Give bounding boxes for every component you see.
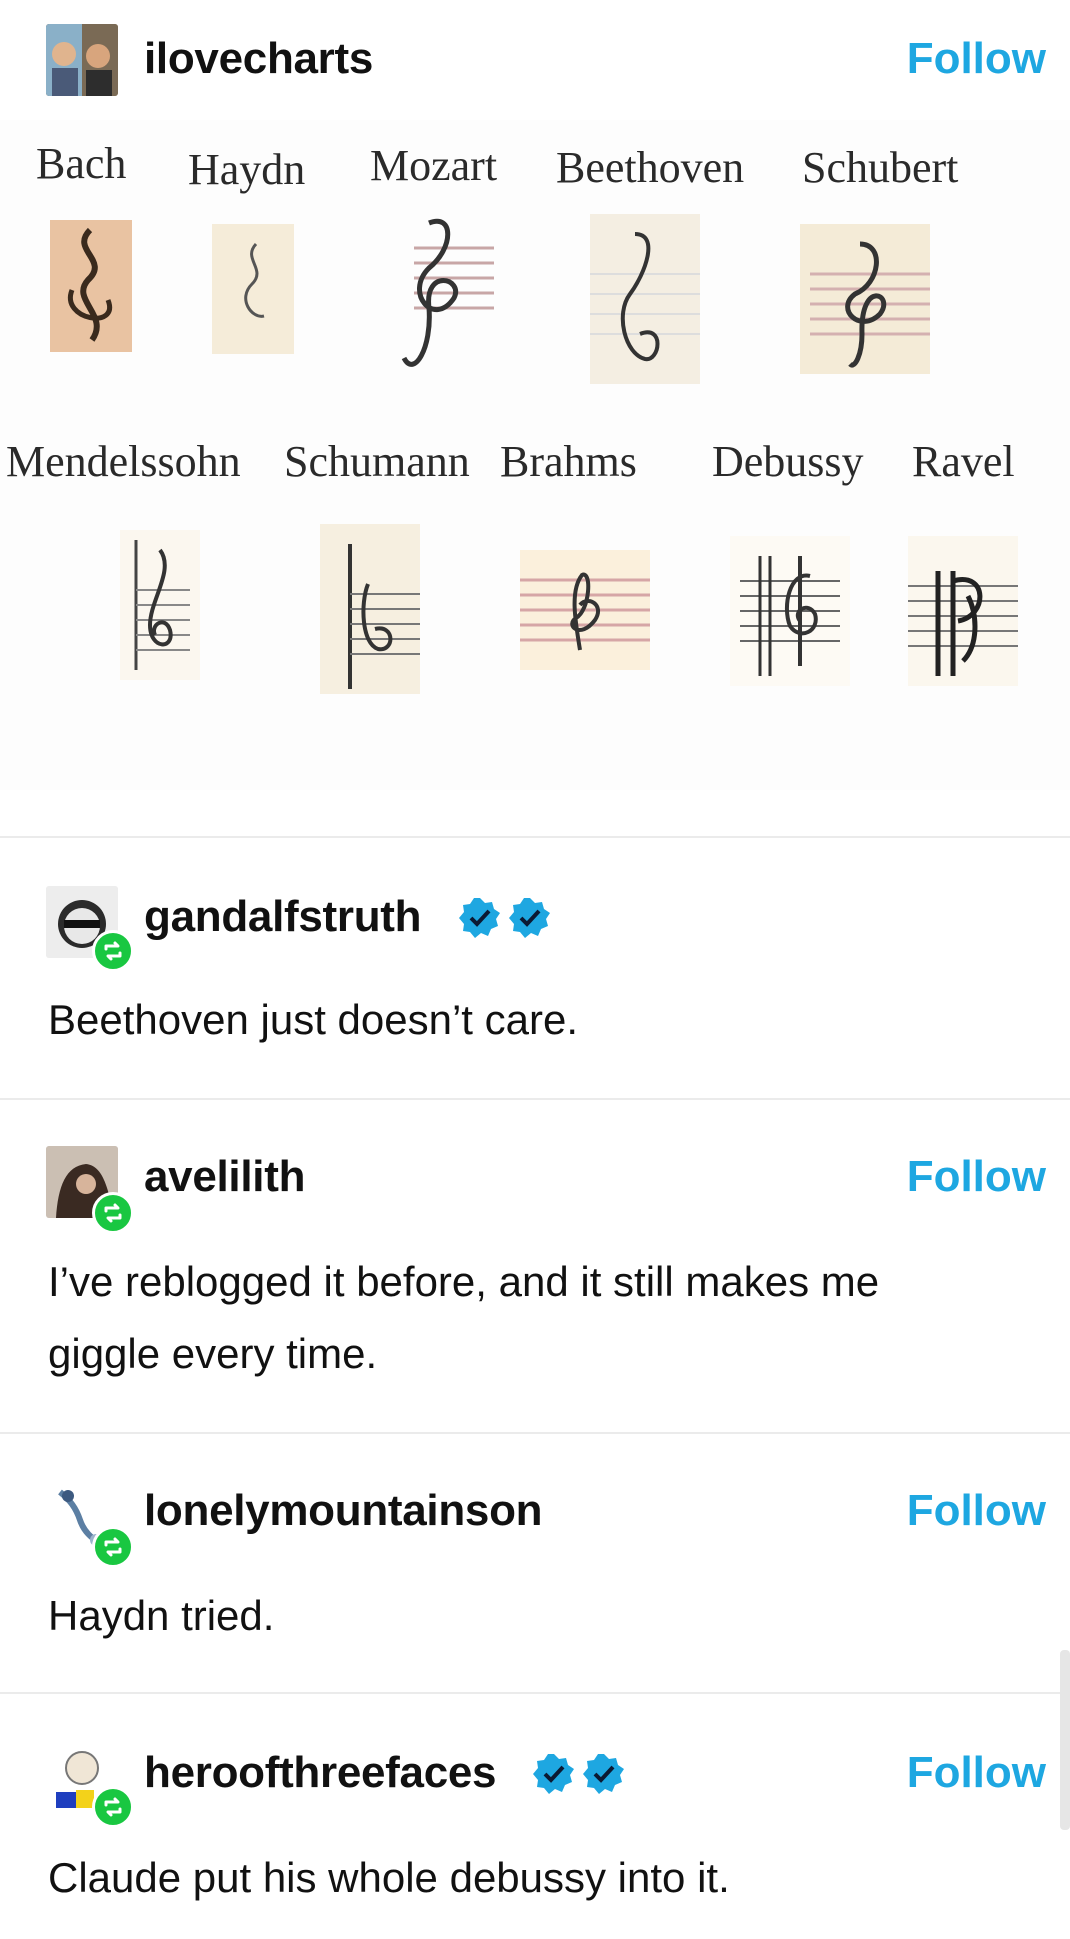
composer-label: Mozart (370, 141, 498, 190)
reblog-username[interactable]: lonelymountainson (144, 1486, 543, 1536)
reblog-entry: lonelymountainson Follow Haydn tried. (0, 1434, 1070, 1692)
reblog-entry: gandalfstruth Beethoven just doesn’t car… (0, 838, 1070, 1098)
ravel-clef-image (908, 536, 1018, 686)
beethoven-clef-image (590, 214, 700, 384)
schubert-clef-image (800, 224, 930, 374)
composer-label: Schubert (802, 143, 959, 192)
reblog-entry: heroofthreefaces Follow Claude put his w… (0, 1694, 1070, 1939)
reblog-text: Beethoven just doesn’t care. (48, 996, 579, 1043)
reblog-icon (92, 1786, 134, 1828)
mozart-clef-image (401, 218, 494, 367)
reblog-text: Claude put his whole debussy into it. (48, 1854, 730, 1901)
reblog-text: giggle every time. (48, 1330, 378, 1377)
debussy-clef-image (730, 536, 850, 686)
post-author[interactable]: ilovecharts (144, 34, 373, 84)
reblog-username[interactable]: avelilith (144, 1152, 305, 1202)
composer-label: Beethoven (556, 143, 745, 192)
reblog-username[interactable]: heroofthreefaces (144, 1748, 497, 1798)
follow-button[interactable]: Follow (907, 34, 1046, 84)
verified-badge-icon (583, 1754, 624, 1794)
post-header: ilovecharts Follow (0, 0, 1070, 120)
reblog-icon (92, 1192, 134, 1234)
avatar[interactable] (46, 24, 118, 96)
reblog-text: I’ve reblogged it before, and it still m… (48, 1258, 880, 1305)
follow-button[interactable]: Follow (907, 1748, 1046, 1798)
reblog-icon (92, 1526, 134, 1568)
bach-clef-image (50, 220, 132, 352)
composer-label: Mendelssohn (6, 437, 241, 486)
follow-button[interactable]: Follow (907, 1152, 1046, 1202)
reblog-icon (92, 930, 134, 972)
verified-badge-icon (509, 898, 550, 938)
composer-label: Brahms (500, 437, 637, 486)
composer-label: Bach (36, 139, 127, 188)
reblog-entry: avelilith Follow I’ve reblogged it befor… (0, 1100, 1070, 1432)
composer-label: Debussy (712, 437, 864, 486)
scrollbar[interactable] (1060, 1650, 1070, 1830)
composer-label: Schumann (284, 437, 470, 486)
reblog-username[interactable]: gandalfstruth (144, 892, 422, 942)
schumann-clef-image (320, 524, 420, 694)
haydn-clef-image (212, 224, 294, 354)
composer-label: Haydn (188, 145, 306, 194)
reblog-text: Haydn tried. (48, 1592, 275, 1639)
verified-badge-icon (459, 898, 500, 938)
brahms-clef-image (520, 550, 650, 670)
composer-label: Ravel (912, 437, 1015, 486)
follow-button[interactable]: Follow (907, 1486, 1046, 1536)
post-image: Bach Haydn Mozart Beethoven Schubert Men… (0, 120, 1070, 790)
mendelssohn-clef-image (120, 530, 200, 680)
verified-badge-icon (533, 1754, 574, 1794)
